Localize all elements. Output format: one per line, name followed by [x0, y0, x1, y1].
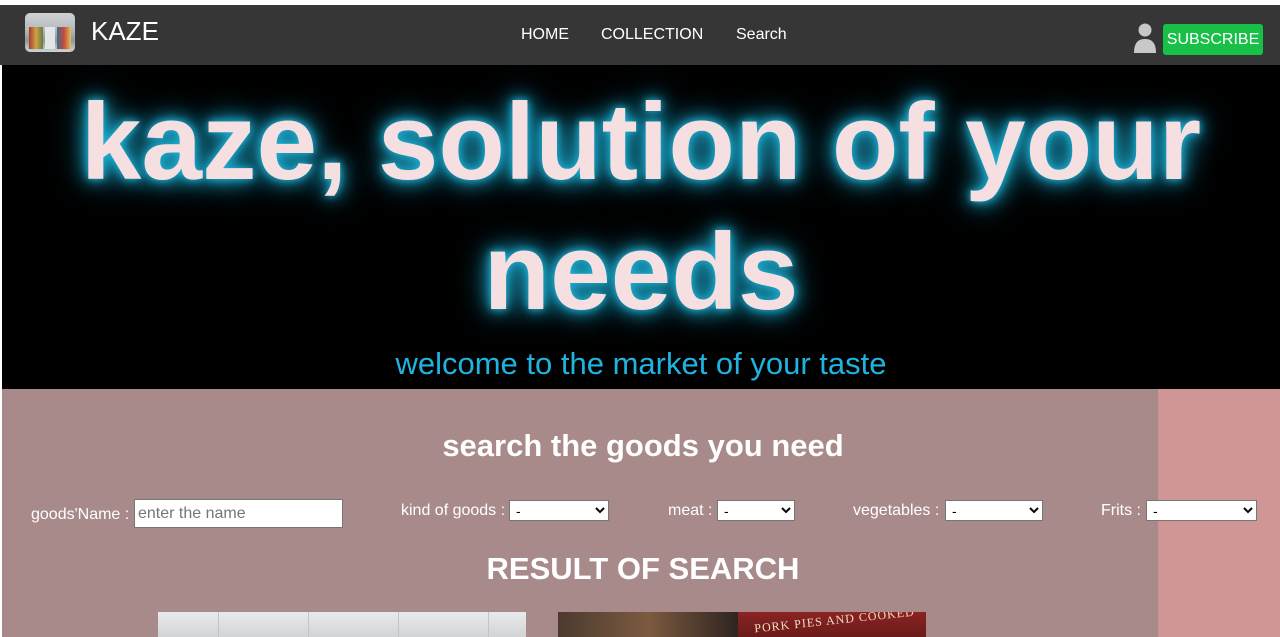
frits-label: Frits :	[1101, 502, 1141, 519]
meat-select[interactable]: -	[717, 500, 795, 521]
user-icon[interactable]	[1133, 21, 1157, 55]
goods-name-input[interactable]	[134, 499, 343, 528]
hero-banner: kaze, solution of your needs welcome to …	[2, 65, 1280, 389]
vegetables-select[interactable]: -	[945, 500, 1043, 521]
goods-name-label: goods'Name :	[31, 506, 130, 523]
navbar: KAZE HOME COLLECTION Search SUBSCRIBE	[0, 5, 1280, 65]
frits-select[interactable]: -	[1146, 500, 1257, 521]
hero-subtitle: welcome to the market of your taste	[395, 346, 887, 381]
logo-image[interactable]	[25, 13, 75, 52]
kind-of-goods-label: kind of goods :	[401, 502, 506, 519]
nav-search-link[interactable]: Search	[736, 26, 787, 44]
shop-sign-text: PORK PIES AND COOKED	[753, 612, 916, 636]
result-image-store-ceiling[interactable]	[158, 612, 526, 637]
nav-home-link[interactable]: HOME	[521, 26, 569, 44]
kind-of-goods-select[interactable]: -	[509, 500, 609, 521]
vegetables-label: vegetables :	[853, 502, 940, 519]
hero-title: kaze, solution of your needs	[80, 81, 1202, 333]
result-image-pork-pies-shop[interactable]: PORK PIES AND COOKED	[558, 612, 926, 637]
nav-collection-link[interactable]: COLLECTION	[601, 26, 703, 44]
result-heading: RESULT OF SEARCH	[486, 551, 800, 586]
meat-label: meat :	[668, 502, 713, 519]
search-heading: search the goods you need	[442, 428, 844, 463]
subscribe-button[interactable]: SUBSCRIBE	[1163, 24, 1263, 55]
brand-name[interactable]: KAZE	[91, 16, 159, 47]
